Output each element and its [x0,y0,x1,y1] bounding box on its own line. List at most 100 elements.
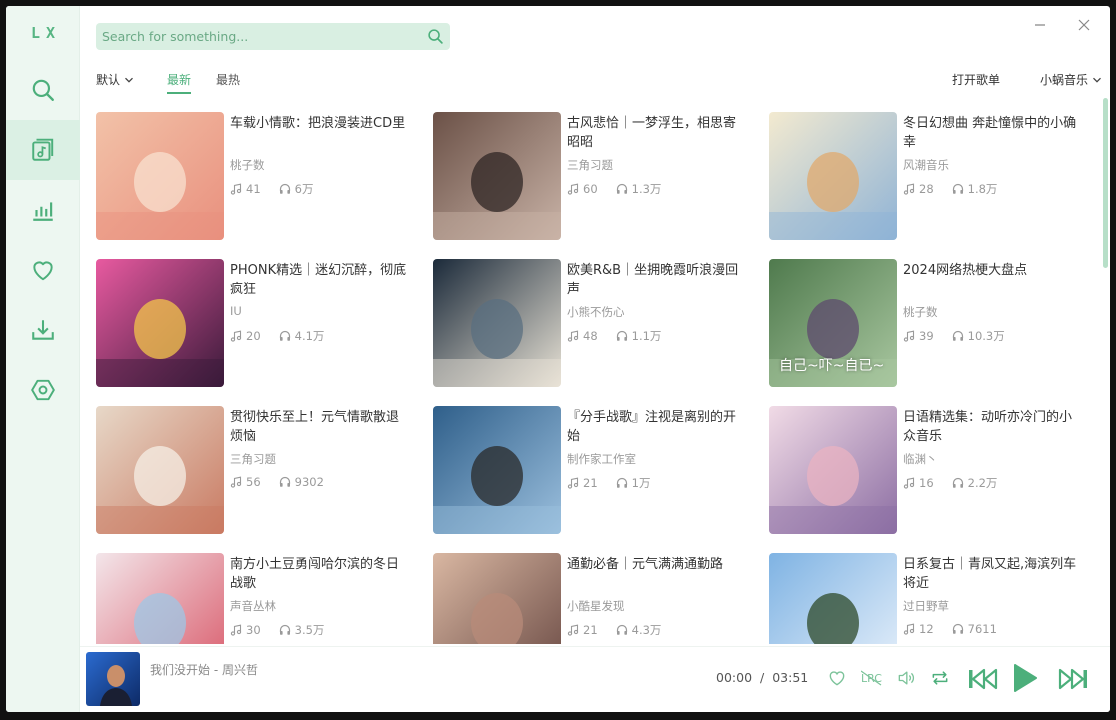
minimize-button[interactable] [1026,14,1054,36]
playlist-card[interactable]: 欧美R&B｜坐拥晚霞听浪漫回声小熊不伤心 48 1.1万 [433,259,753,387]
playlist-author[interactable]: 临渊丶 [903,451,938,467]
playlist-cover[interactable] [96,406,224,534]
volume-button[interactable] [894,665,918,691]
playlist-stats: 41 6万 [230,181,313,197]
playlist-stats: 48 1.1万 [567,328,661,344]
playlist-card[interactable]: 『分手战歌』注视是离别的开始 制作家工作室 21 1万 [433,406,753,534]
playlist-card[interactable]: 自己~吓~自已~ 2024网络热梗大盘点 桃子数 39 10.3万 [769,259,1089,387]
playlist-title[interactable]: 日系复古｜青凤又起,海滨列车将近 [903,555,1083,593]
search-input[interactable] [96,23,420,50]
music-note-icon [567,477,579,489]
playlist-title[interactable]: 欧美R&B｜坐拥晚霞听浪漫回声 [567,261,747,299]
playlist-cover[interactable] [433,406,561,534]
playlist-author[interactable]: 桃子数 [230,157,265,173]
music-note-icon [567,183,579,195]
player-cover-art[interactable] [86,652,140,706]
play-count-value: 1万 [631,476,651,490]
download-icon [32,320,54,340]
play-button[interactable] [1010,661,1040,695]
play-count: 6万 [279,181,313,197]
playlist-cover[interactable]: 自己~吓~自已~ [769,259,897,387]
playlist-title[interactable]: 古风悲恰｜一梦浮生，相思寄昭昭 [567,114,747,152]
lyrics-button[interactable]: LRC [860,665,884,691]
nav-favorites[interactable] [6,240,80,300]
headphones-icon [616,183,627,194]
nav-settings[interactable] [6,360,80,420]
playlist-title[interactable]: 『分手战歌』注视是离别的开始 [567,408,747,446]
play-count: 7611 [952,622,997,636]
playlist-author[interactable]: 制作家工作室 [567,451,636,467]
playlist-card[interactable]: 冬日幻想曲 奔赴憧憬中的小确幸 风潮音乐 28 1.8万 [769,112,1089,240]
playlist-card[interactable]: 南方小土豆勇闯哈尔滨的冬日战歌 声音丛林 30 3.5万 [96,553,416,644]
playlist-stats: 56 9302 [230,475,324,489]
playlist-cover[interactable] [433,112,561,240]
playlist-title[interactable]: 贯彻快乐至上！元气情歌散退烦恼 [230,408,410,446]
playlist-cover[interactable] [96,112,224,240]
playlist-title[interactable]: 日语精选集：动听亦冷门的小众音乐 [903,408,1083,446]
close-icon [1078,19,1090,31]
playlist-cover[interactable] [769,406,897,534]
music-note-icon [903,477,915,489]
playlist-card[interactable]: 日系复古｜青凤又起,海滨列车将近 过日野草 12 7611 [769,553,1089,644]
playlist-author[interactable]: 小熊不伤心 [567,304,625,320]
headphones-icon [952,623,963,634]
music-note-icon [903,330,915,342]
nav-download[interactable] [6,300,80,360]
playlist-cover[interactable] [769,112,897,240]
song-count-value: 30 [246,623,261,637]
playlist-cover[interactable] [433,553,561,644]
scrollbar[interactable] [1103,98,1108,268]
playlist-card[interactable]: 通勤必备｜元气满满通勤路 小酷星发现 21 4.3万 [433,553,753,644]
search-submit-button[interactable] [420,23,450,50]
song-count: 48 [567,328,598,344]
comment-button[interactable] [826,665,848,691]
playlist-title[interactable]: 通勤必备｜元气满满通勤路 [567,555,747,574]
song-count-value: 56 [246,475,261,489]
playlist-card[interactable]: 车载小情歌：把浪漫装进CD里 桃子数 41 6万 [96,112,416,240]
playlist-card[interactable]: PHONK精选｜迷幻沉醉，彻底疯狂 IU 20 4.1万 [96,259,416,387]
playlist-author[interactable]: 三角习题 [230,451,276,467]
source-label: 小蜗音乐 [1039,73,1088,87]
headphones-icon [279,330,290,341]
chevron-down-icon [125,77,133,83]
playlist-author[interactable]: 小酷星发现 [567,598,625,614]
playlist-title[interactable]: 2024网络热梗大盘点 [903,261,1083,280]
nav-search[interactable] [6,60,80,120]
playlist-author[interactable]: 桃子数 [903,304,938,320]
playlist-title[interactable]: 冬日幻想曲 奔赴憧憬中的小确幸 [903,114,1083,152]
previous-button[interactable] [966,665,1000,693]
play-count: 1万 [616,475,651,491]
playlist-author[interactable]: 过日野草 [903,598,949,614]
nav-song-list[interactable] [6,120,80,180]
next-button[interactable] [1056,665,1090,693]
playlist-author[interactable]: 三角习题 [567,157,613,173]
playlist-card[interactable]: 古风悲恰｜一梦浮生，相思寄昭昭 三角习题 60 1.3万 [433,112,753,240]
playlist-card[interactable]: 贯彻快乐至上！元气情歌散退烦恼三角习题 56 9302 [96,406,416,534]
playlist-cover[interactable] [96,259,224,387]
playlist-cover[interactable] [769,553,897,644]
playlist-title[interactable]: 南方小土豆勇闯哈尔滨的冬日战歌 [230,555,410,593]
play-count-value: 4.1万 [294,329,325,343]
playlist-author[interactable]: 风潮音乐 [903,157,949,173]
play-count: 1.3万 [616,181,661,197]
playlist-card[interactable]: 日语精选集：动听亦冷门的小众音乐 临渊丶 16 2.2万 [769,406,1089,534]
playlist-cover[interactable] [96,553,224,644]
lyrics-icon: LRC [861,670,882,686]
song-count-value: 41 [246,182,261,196]
tab-newest[interactable]: 最新 [167,71,192,94]
playlist-author[interactable]: 声音丛林 [230,598,276,614]
music-note-icon [230,624,242,636]
playlist-cover[interactable] [433,259,561,387]
sort-dropdown[interactable]: 默认 [96,71,134,88]
playlist-title[interactable]: PHONK精选｜迷幻沉醉，彻底疯狂 [230,261,410,299]
nav-leaderboard[interactable] [6,180,80,240]
playlist-author[interactable]: IU [230,304,242,318]
now-playing-title: 我们没开始 - 周兴哲 [150,663,258,677]
tab-hottest[interactable]: 最热 [216,71,240,92]
open-playlist-button[interactable]: 打开歌单 [952,71,1000,88]
close-button[interactable] [1070,14,1098,36]
bar-chart-icon [33,202,53,221]
playlist-title[interactable]: 车载小情歌：把浪漫装进CD里 [230,114,410,133]
source-dropdown[interactable]: 小蜗音乐 [1040,71,1102,88]
loop-mode-button[interactable] [928,665,952,691]
